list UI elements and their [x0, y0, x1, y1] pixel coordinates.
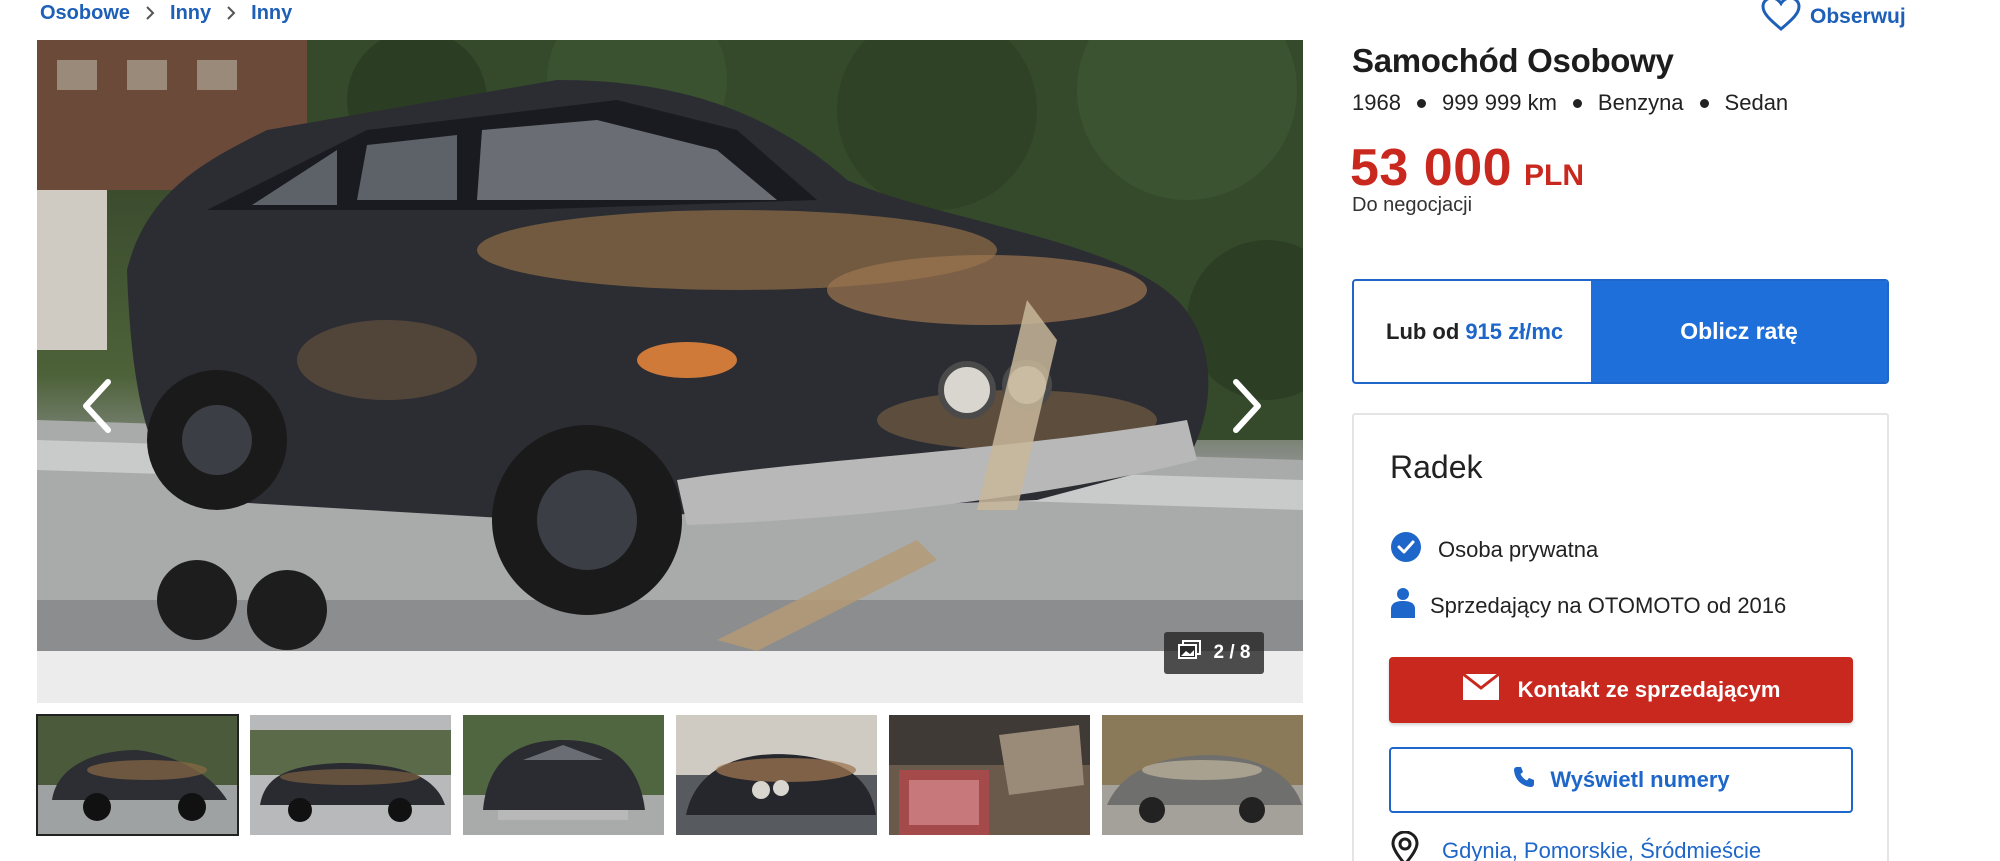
breadcrumb-item-osobowe[interactable]: Osobowe	[40, 2, 130, 25]
envelope-icon	[1461, 672, 1500, 707]
location-label: Gdynia, Pomorskie, Śródmieście	[1442, 838, 1762, 861]
listing-title: Samochód Osobowy	[1352, 42, 1674, 79]
next-photo-button[interactable]	[1217, 370, 1277, 442]
chevron-right-icon	[225, 5, 237, 21]
chevron-left-icon	[83, 379, 111, 433]
spec-mileage: 999 999 km	[1441, 90, 1557, 115]
spec-body-type: Sedan	[1724, 90, 1789, 115]
seller-type-label: Osoba prywatna	[1438, 537, 1599, 562]
calculate-installment-button[interactable]: Oblicz ratę	[1591, 281, 1887, 382]
bullet-separator	[1416, 98, 1426, 108]
seller-type: Osoba prywatna	[1390, 531, 1598, 569]
bullet-separator	[1699, 98, 1709, 108]
seller-location[interactable]: Gdynia, Pomorskie, Śródmieście	[1390, 830, 1762, 861]
chevron-right-icon	[144, 5, 156, 21]
follow-label: Obserwuj	[1810, 5, 1906, 28]
verified-check-icon	[1390, 531, 1422, 569]
breadcrumb-item-inny-2[interactable]: Inny	[251, 2, 292, 25]
car-photo	[37, 40, 1303, 651]
show-phone-button[interactable]: Wyświetl numery	[1389, 747, 1853, 813]
photo-counter: 2 / 8	[1164, 632, 1264, 674]
person-icon	[1390, 587, 1416, 625]
price: 53 000 PLN	[1350, 138, 1584, 198]
chevron-right-icon	[1233, 379, 1261, 433]
seller-since: Sprzedający na OTOMOTO od 2016	[1390, 587, 1786, 625]
thumbnail-4[interactable]	[676, 715, 877, 835]
seller-card: Radek Osoba prywatna Sprzedający na OTOM…	[1352, 413, 1889, 861]
spec-year: 1968	[1352, 90, 1401, 115]
previous-photo-button[interactable]	[67, 370, 127, 442]
breadcrumb-item-inny[interactable]: Inny	[170, 2, 211, 25]
heart-icon	[1760, 0, 1802, 38]
main-photo-gallery[interactable]: 2 / 8	[37, 40, 1303, 703]
seller-name: Radek	[1390, 449, 1483, 485]
contact-seller-label: Kontakt ze sprzedającym	[1517, 677, 1781, 702]
price-amount: 53 000	[1350, 139, 1513, 197]
phone-icon	[1512, 765, 1536, 795]
financing-rate: 915 zł/mc	[1465, 318, 1564, 344]
listing-specs: 1968 999 999 km Benzyna Sedan	[1352, 90, 1788, 116]
thumbnail-6[interactable]	[1102, 715, 1303, 835]
financing-box: Lub od 915 zł/mc Oblicz ratę	[1352, 279, 1889, 384]
thumbnail-2[interactable]	[250, 715, 451, 835]
bullet-separator	[1572, 98, 1582, 108]
spec-fuel: Benzyna	[1597, 90, 1684, 115]
location-pin-icon	[1390, 830, 1420, 861]
price-note: Do negocjacji	[1352, 194, 1473, 216]
price-currency: PLN	[1524, 159, 1585, 192]
financing-prefix: Lub od	[1386, 318, 1460, 344]
contact-seller-button[interactable]: Kontakt ze sprzedającym	[1389, 657, 1853, 723]
thumbnail-1[interactable]	[36, 714, 239, 836]
follow-button[interactable]: Obserwuj	[1760, 0, 1906, 34]
financing-info: Lub od 915 zł/mc	[1354, 281, 1591, 382]
gallery-icon	[1177, 640, 1202, 666]
breadcrumb: Osobowe Inny Inny	[40, 0, 292, 26]
show-phone-label: Wyświetl numery	[1550, 767, 1730, 792]
photo-counter-text: 2 / 8	[1213, 642, 1251, 663]
thumbnail-3[interactable]	[463, 715, 664, 835]
seller-since-label: Sprzedający na OTOMOTO od 2016	[1430, 593, 1787, 618]
thumbnail-5[interactable]	[889, 715, 1090, 835]
thumbnail-strip	[36, 714, 1303, 836]
